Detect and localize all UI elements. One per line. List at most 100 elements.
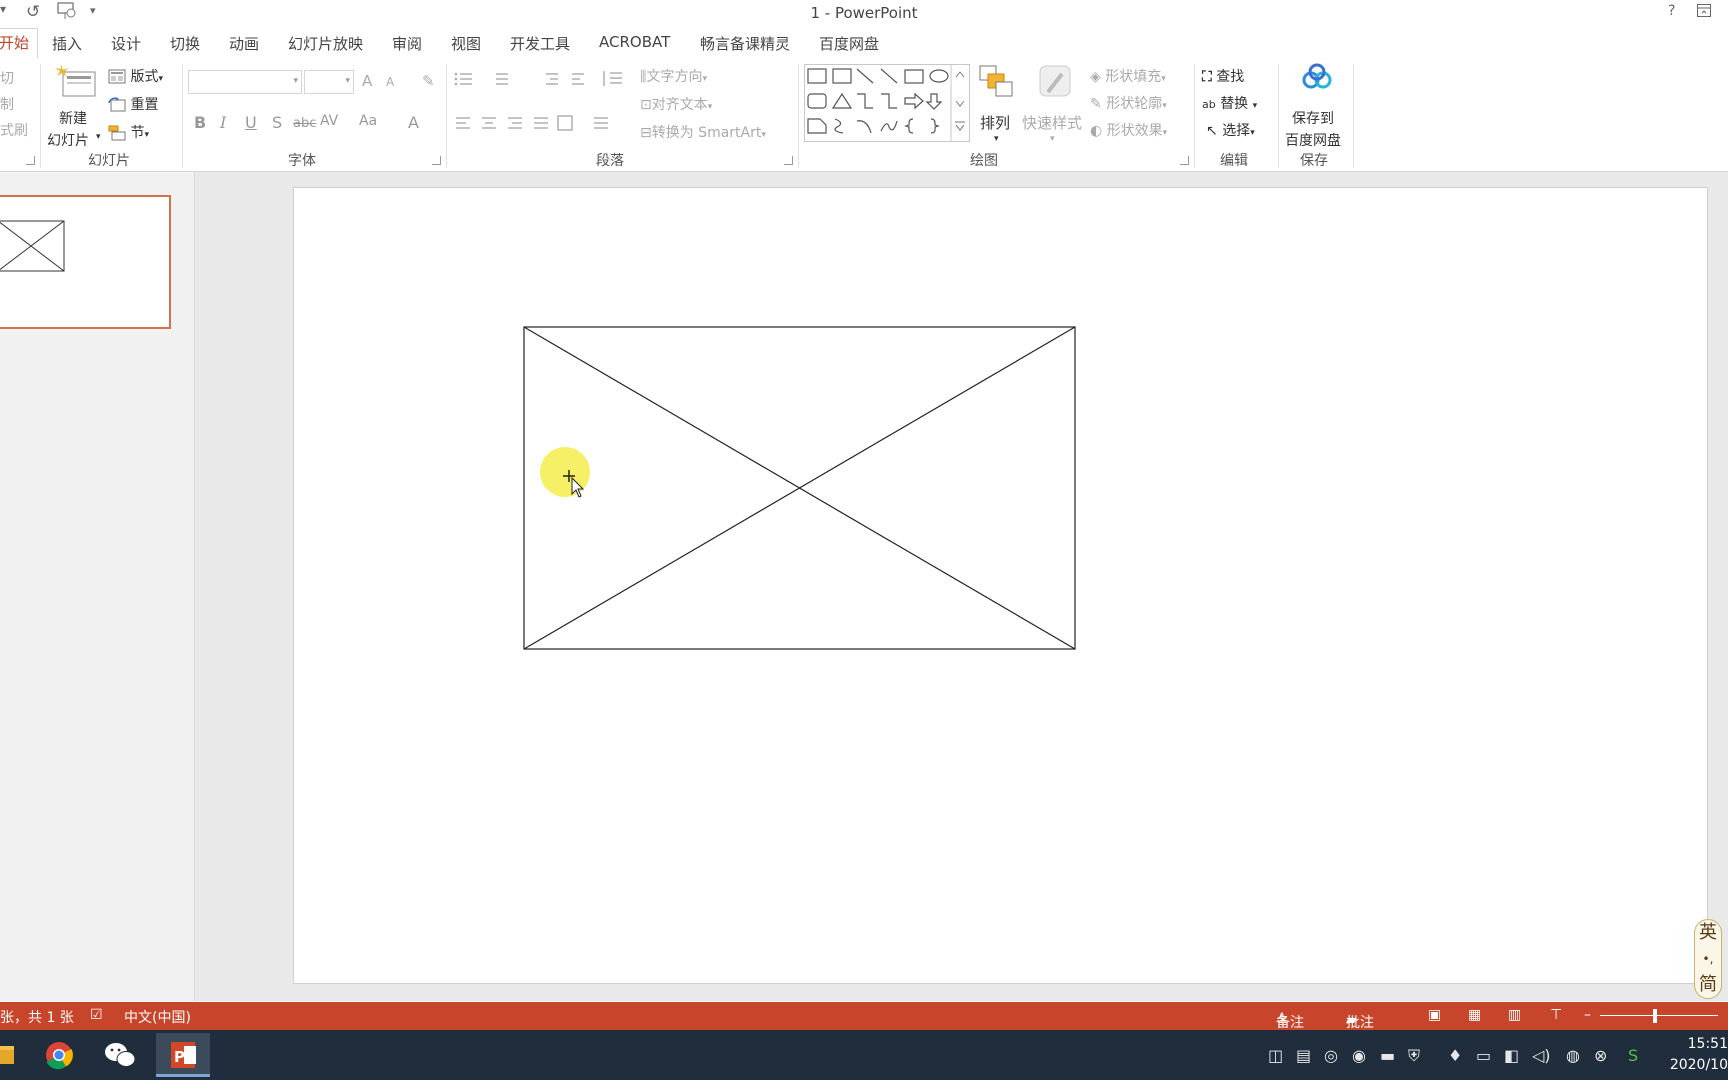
font-color-button[interactable]: A bbox=[408, 113, 419, 132]
select-button[interactable]: ↖ 选择▾ bbox=[1206, 120, 1255, 140]
tab-review[interactable]: 审阅 bbox=[392, 33, 422, 54]
chevron-down-icon: ▾ bbox=[994, 134, 999, 144]
slide-sorter-icon[interactable]: ▦ bbox=[1468, 1007, 1481, 1023]
chrome-app[interactable] bbox=[32, 1033, 86, 1077]
change-case-button[interactable]: Aa bbox=[359, 113, 377, 129]
shadow-button[interactable]: S bbox=[272, 113, 282, 132]
tray-microphone-icon[interactable]: ♦ bbox=[1448, 1046, 1462, 1065]
shape-effects-button[interactable]: ◐ 形状效果▾ bbox=[1090, 120, 1167, 140]
tray-app-icon[interactable]: ◫ bbox=[1268, 1046, 1283, 1065]
align-text-button[interactable]: ⊡对齐文本▾ bbox=[640, 94, 712, 114]
new-slide-button[interactable]: 新建 幻灯片 ▾ bbox=[47, 62, 101, 149]
tray-wechat-icon[interactable]: ◍ bbox=[1566, 1046, 1580, 1065]
taskbar: P ◫ ▤ ◎ ◉ ▬ ⛨ ♦ ▭ ◧ ◁) ◍ ⊗ S 15:51 2020/… bbox=[0, 1030, 1728, 1080]
italic-button[interactable]: I bbox=[220, 113, 226, 132]
zoom-slider-thumb[interactable] bbox=[1653, 1009, 1657, 1023]
convert-smartart-button[interactable]: ⊟转换为 SmartArt▾ bbox=[640, 122, 766, 142]
reset-button[interactable]: 重置 bbox=[108, 94, 158, 114]
clear-formatting-icon[interactable]: ✎ bbox=[422, 72, 435, 90]
shape-outline-button[interactable]: ✎ 形状轮廓▾ bbox=[1090, 93, 1167, 113]
tab-design[interactable]: 设计 bbox=[111, 33, 141, 54]
help-button[interactable]: ? bbox=[1668, 3, 1675, 19]
tab-home[interactable]: 开始 bbox=[0, 28, 38, 60]
tray-folder-icon[interactable]: ▬ bbox=[1380, 1046, 1395, 1065]
zoom-slider[interactable] bbox=[1600, 1015, 1718, 1016]
file-explorer-app[interactable] bbox=[0, 1033, 24, 1077]
window-title: 1 - PowerPoint bbox=[810, 4, 918, 22]
divider bbox=[1194, 64, 1195, 168]
paragraph-launcher-icon[interactable] bbox=[784, 156, 793, 165]
layout-button[interactable]: 版式▾ bbox=[108, 66, 163, 86]
replace-button[interactable]: ab 替换 ▾ bbox=[1202, 93, 1257, 113]
bold-button[interactable]: B bbox=[194, 113, 206, 132]
group-label-drawing: 绘图 bbox=[970, 153, 998, 169]
tab-animations[interactable]: 动画 bbox=[229, 33, 259, 54]
spell-check-icon[interactable]: ☑ bbox=[90, 1007, 103, 1023]
tray-shield-icon[interactable]: ⛨ bbox=[1408, 1046, 1420, 1066]
drawing-launcher-icon[interactable] bbox=[1180, 156, 1189, 165]
tab-baidu-netdisk[interactable]: 百度网盘 bbox=[819, 33, 879, 54]
slide[interactable] bbox=[293, 187, 1708, 984]
slideshow-view-icon[interactable]: ⊤ bbox=[1550, 1007, 1562, 1023]
shape-fill-button[interactable]: ◈ 形状填充▾ bbox=[1090, 66, 1166, 86]
list-buttons-icon[interactable] bbox=[454, 70, 594, 90]
line-spacing-icon[interactable] bbox=[600, 68, 634, 90]
zoom-out-icon[interactable]: – bbox=[1584, 1007, 1591, 1023]
format-painter-button[interactable]: 式刷 bbox=[0, 120, 28, 140]
tab-acrobat[interactable]: ACROBAT bbox=[599, 33, 670, 51]
normal-view-icon[interactable]: ▣ bbox=[1428, 1007, 1441, 1023]
shrink-font-button[interactable]: A bbox=[386, 75, 394, 89]
tab-transitions[interactable]: 切换 bbox=[170, 33, 200, 54]
tray-grid-icon[interactable]: ▤ bbox=[1296, 1046, 1311, 1065]
chevron-down-icon: ▾ bbox=[1250, 128, 1255, 138]
language-status[interactable]: 中文(中国) bbox=[124, 1007, 191, 1027]
font-launcher-icon[interactable] bbox=[432, 156, 441, 165]
quick-styles-button[interactable]: 快速样式 ▾ bbox=[1022, 62, 1084, 146]
tray-sogou-icon[interactable]: S bbox=[1628, 1046, 1638, 1065]
tray-close-icon[interactable]: ⊗ bbox=[1594, 1046, 1607, 1065]
slide-thumbnail[interactable] bbox=[0, 195, 171, 329]
wechat-app[interactable] bbox=[94, 1033, 148, 1077]
tray-camera-icon[interactable]: ◉ bbox=[1352, 1046, 1366, 1065]
font-size-combo[interactable]: ▾ bbox=[304, 70, 354, 94]
ribbon-display-options-icon[interactable] bbox=[1696, 3, 1712, 23]
arrange-label: 排列 bbox=[980, 114, 1011, 132]
tray-battery-icon[interactable]: ▭ bbox=[1476, 1046, 1491, 1065]
save-to-baidu-button[interactable]: 保存到 百度网盘 bbox=[1284, 62, 1350, 149]
reading-view-icon[interactable]: ▥ bbox=[1508, 1007, 1521, 1023]
arrange-button[interactable]: 排列 ▾ bbox=[974, 62, 1018, 146]
tab-changyan[interactable]: 畅言备课精灵 bbox=[700, 33, 790, 54]
tab-developer[interactable]: 开发工具 bbox=[510, 33, 570, 54]
tab-slideshow[interactable]: 幻灯片放映 bbox=[288, 33, 363, 54]
char-spacing-button[interactable]: AV bbox=[320, 113, 338, 129]
slide-count: 张，共 1 张 bbox=[0, 1010, 74, 1026]
grow-font-button[interactable]: A bbox=[362, 72, 372, 90]
clipboard-launcher-icon[interactable] bbox=[26, 156, 35, 165]
section-button[interactable]: 节▾ bbox=[108, 122, 149, 142]
tray-network-icon[interactable]: ◧ bbox=[1504, 1046, 1519, 1065]
divider bbox=[798, 64, 799, 168]
group-label-save: 保存 bbox=[1300, 153, 1328, 169]
pointer-icon: ↖ bbox=[1206, 123, 1218, 139]
powerpoint-app[interactable]: P bbox=[156, 1033, 210, 1077]
picture-placeholder-shape[interactable] bbox=[294, 188, 1707, 983]
tray-sync-icon[interactable]: ◎ bbox=[1324, 1046, 1338, 1065]
tab-insert[interactable]: 插入 bbox=[52, 33, 82, 54]
clock-time[interactable]: 15:51 bbox=[1688, 1036, 1728, 1052]
shapes-gallery[interactable] bbox=[804, 64, 970, 142]
tab-view[interactable]: 视图 bbox=[451, 33, 481, 54]
cut-button[interactable]: 切 bbox=[0, 68, 14, 88]
tray-volume-icon[interactable]: ◁) bbox=[1532, 1046, 1551, 1065]
ime-widget[interactable]: 英 •, 简 bbox=[1694, 919, 1722, 999]
strikethrough-button[interactable]: abc bbox=[293, 116, 316, 131]
text-direction-button[interactable]: ⫼文字方向▾ bbox=[640, 66, 707, 86]
clock-date[interactable]: 2020/10 bbox=[1670, 1057, 1728, 1073]
status-bar: 张，共 1 张 ☑ 中文(中国) ≙ 备注 ▰ 批注 ▣ ▦ ▥ ⊤ – bbox=[0, 1002, 1728, 1031]
ribbon: 切 制 式刷 新建 幻灯片 ▾ 版式▾ 重置 节▾ 幻灯片 ▾ ▾ A A ✎ … bbox=[0, 58, 1728, 172]
baidu-cloud-icon bbox=[1302, 63, 1332, 89]
find-button[interactable]: ⛶ 查找 bbox=[1202, 66, 1244, 86]
underline-button[interactable]: U bbox=[245, 113, 257, 132]
font-name-combo[interactable]: ▾ bbox=[188, 70, 302, 94]
copy-button[interactable]: 制 bbox=[0, 94, 14, 114]
alignment-buttons-icon[interactable] bbox=[454, 114, 624, 134]
